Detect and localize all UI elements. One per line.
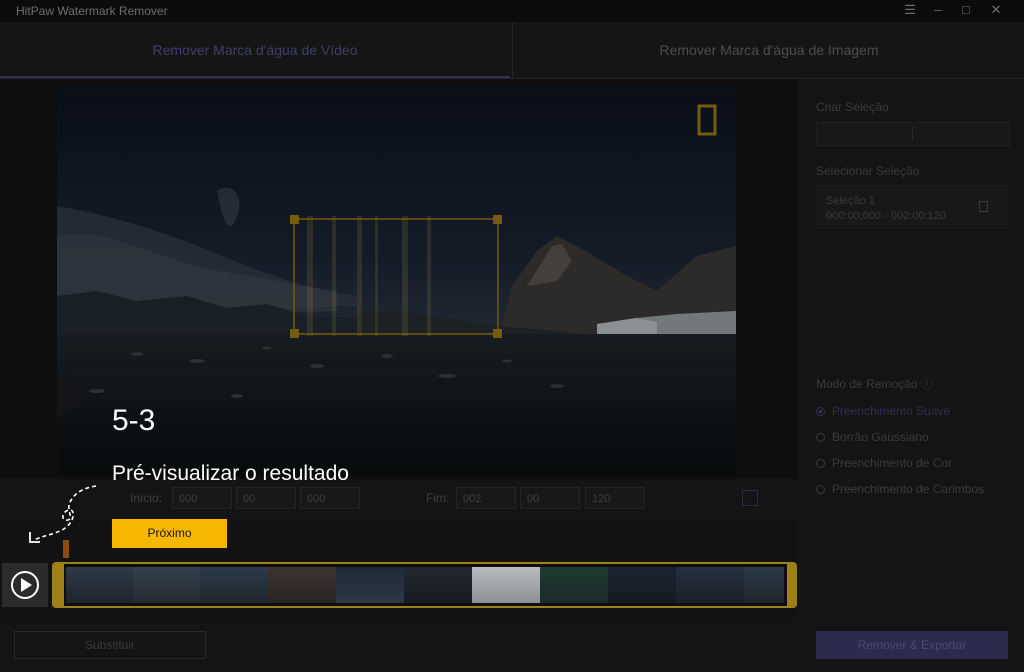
next-button[interactable]: Próximo xyxy=(112,519,227,548)
guide-step-number: 5-3 xyxy=(112,404,156,437)
end-minutes-field[interactable]: 00 xyxy=(520,487,580,509)
maximize-icon[interactable]: □ xyxy=(958,2,974,18)
replace-button[interactable]: Substituir xyxy=(14,631,206,659)
start-label: Início: xyxy=(130,491,163,505)
selection-range: 000:00:000 - 002:00:120 xyxy=(826,210,946,222)
app-title: HitPaw Watermark Remover xyxy=(16,4,168,18)
play-button[interactable] xyxy=(2,563,48,607)
divider xyxy=(912,126,913,140)
create-selection-label: Criar Seleção xyxy=(816,100,889,114)
selection-name: Seleção 1 xyxy=(826,195,875,207)
radio-icon xyxy=(816,459,825,468)
mode-gaussian-blur[interactable]: Borrão Gaussiano xyxy=(816,430,929,444)
timeline-thumbnail xyxy=(404,567,472,603)
minimize-icon[interactable]: – xyxy=(930,2,946,18)
mode-color-fill[interactable]: Preenchimento de Cor xyxy=(816,456,952,470)
add-selection-icon[interactable] xyxy=(742,490,758,506)
delete-icon[interactable] xyxy=(979,201,988,212)
radio-icon xyxy=(816,485,825,494)
timeline-thumbnail xyxy=(200,567,268,603)
mode-label: Preenchimento de Carimbos xyxy=(832,482,985,496)
timeline-thumbnail xyxy=(540,567,608,603)
select-selection-label: Selecionar Seleção xyxy=(816,164,920,178)
tab-image-watermark[interactable]: Remover Marca d'água de Imagem xyxy=(512,22,1024,78)
settings-sidebar xyxy=(798,79,1024,621)
trim-handle-right[interactable] xyxy=(787,564,795,606)
removal-mode-label: Modo de Remoção ⓘ xyxy=(816,377,933,391)
timeline-thumbnail xyxy=(268,567,336,603)
timeline-thumbnail xyxy=(676,567,744,603)
start-minutes-field[interactable]: 00 xyxy=(236,487,296,509)
create-selection-button[interactable] xyxy=(816,122,1010,146)
mode-stamp-fill[interactable]: Preenchimento de Carimbos xyxy=(816,482,984,496)
tab-video-watermark[interactable]: Remover Marca d'água de Vídeo xyxy=(0,22,510,78)
end-hours-field[interactable]: 002 xyxy=(456,487,516,509)
timeline-thumbnail xyxy=(472,567,540,603)
video-preview[interactable] xyxy=(57,86,736,476)
start-hours-field[interactable]: 000 xyxy=(172,487,232,509)
mode-tabs: Remover Marca d'água de Vídeo Remover Ma… xyxy=(0,22,1024,79)
remove-export-button[interactable]: Remover & Exportar xyxy=(816,631,1008,659)
selection-item[interactable]: Seleção 1 000:00:000 - 002:00:120 xyxy=(816,185,1008,229)
guide-step-text: Pré-visualizar o resultado xyxy=(112,462,349,485)
mode-smooth-fill[interactable]: Preenchimento Suave xyxy=(816,404,950,418)
start-seconds-field[interactable]: 000 xyxy=(300,487,360,509)
mode-label: Borrão Gaussiano xyxy=(832,430,929,444)
end-label: Fim: xyxy=(426,491,450,505)
close-icon[interactable]: ✕ xyxy=(988,2,1004,18)
mode-label: Preenchimento Suave xyxy=(832,404,951,418)
end-seconds-field[interactable]: 120 xyxy=(585,487,645,509)
timeline-thumbnail xyxy=(66,567,133,603)
timeline-strip[interactable] xyxy=(52,562,797,608)
menu-icon[interactable]: ☰ xyxy=(902,2,918,18)
timeline-thumbnail xyxy=(336,567,404,603)
radio-icon xyxy=(816,433,825,442)
radio-selected-icon xyxy=(816,407,825,416)
timeline-thumbnail xyxy=(133,567,200,603)
trim-handle-left[interactable] xyxy=(54,564,64,606)
timeline-thumbnail xyxy=(608,567,676,603)
guide-arrow-icon xyxy=(29,485,97,543)
mode-label: Preenchimento de Cor xyxy=(832,456,953,470)
timeline-thumbnail xyxy=(744,567,784,603)
play-icon xyxy=(11,571,39,599)
